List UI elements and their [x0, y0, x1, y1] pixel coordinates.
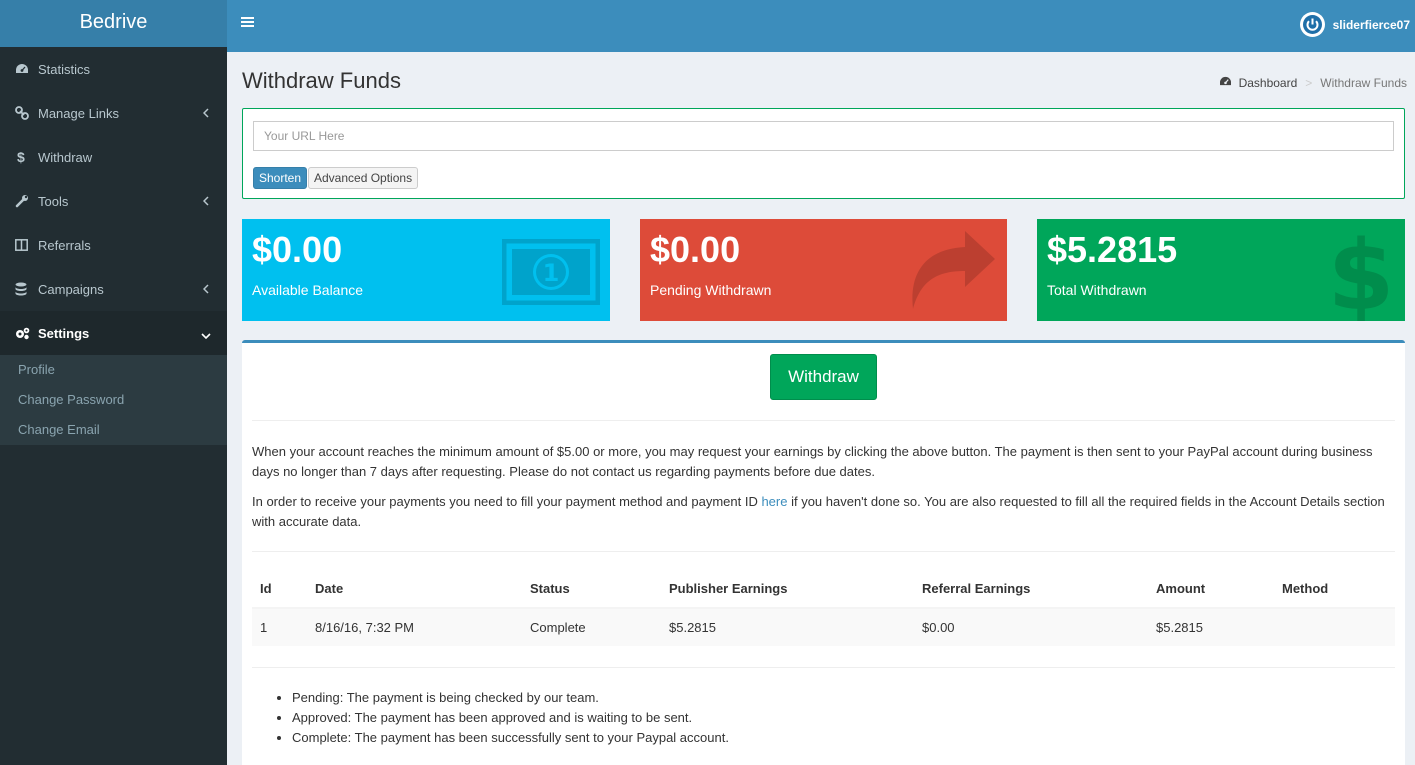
available-balance-box: $0.00 Available Balance 1 — [242, 219, 610, 321]
status-legend: Pending: The payment is being checked by… — [292, 688, 729, 748]
username: sliderfierce07 — [1332, 17, 1410, 32]
money-bill-icon: 1 — [501, 238, 601, 308]
settings-submenu: Profile Change Password Change Email — [0, 355, 227, 445]
divider — [252, 420, 1395, 421]
available-balance-label: Available Balance — [252, 282, 364, 298]
table-cell: 1 — [252, 608, 307, 646]
svg-text:1: 1 — [543, 259, 560, 287]
available-balance-amount: $0.00 — [252, 229, 343, 270]
sidebar-item-label: Statistics — [38, 61, 91, 77]
main-content: Withdraw Funds Dashboard > Withdraw Fund… — [227, 52, 1415, 765]
payment-method-paragraph: In order to receive your payments you ne… — [252, 492, 1397, 532]
table-header-row: Id Date Status Publisher Earnings Referr… — [252, 570, 1395, 609]
submenu-item-profile[interactable]: Profile — [0, 359, 227, 389]
withdraw-box: Withdraw When your account reaches the m… — [242, 340, 1405, 765]
withdraw-info-paragraph: When your account reaches the minimum am… — [252, 444, 1373, 479]
shorten-button[interactable]: Shorten — [253, 167, 308, 189]
svg-text:$: $ — [1331, 221, 1391, 321]
submenu-item-change-password[interactable]: Change Password — [0, 389, 227, 419]
sidebar-item-label: Withdraw — [38, 149, 93, 165]
dashboard-icon — [1219, 76, 1232, 90]
withdraw-button[interactable]: Withdraw — [770, 354, 877, 400]
list-item: Complete: The payment has been successfu… — [292, 728, 729, 748]
url-input[interactable] — [253, 121, 1394, 151]
chevron-left-icon — [202, 282, 209, 297]
app-logo[interactable]: Bedrive — [0, 0, 227, 47]
total-withdrawn-amount: $5.2815 — [1047, 229, 1178, 270]
table-cell: $0.00 — [914, 608, 1148, 646]
payment-method-link[interactable]: here — [761, 494, 787, 509]
table-cell: 8/16/16, 7:32 PM — [307, 608, 522, 646]
pending-withdrawn-label: Pending Withdrawn — [650, 282, 772, 298]
advanced-options-button[interactable]: Advanced Options — [308, 167, 419, 189]
sidebar-item-label: Tools — [38, 193, 69, 209]
table-cell: $5.2815 — [661, 608, 914, 646]
shorten-box: Shorten Advanced Options — [242, 108, 1405, 199]
cogs-icon — [15, 327, 38, 340]
top-navbar: sliderfierce07 — [227, 0, 1415, 52]
sidebar-item-settings[interactable]: Settings — [0, 311, 227, 355]
sidebar-item-tools[interactable]: Tools — [0, 179, 227, 223]
column-header: Referral Earnings — [914, 570, 1148, 609]
share-arrow-icon — [905, 229, 997, 314]
paragraph-text: In order to receive your payments you ne… — [252, 494, 762, 509]
power-icon — [1299, 12, 1325, 37]
breadcrumb-current: Withdraw Funds — [1320, 76, 1407, 90]
column-header: Method — [1274, 570, 1395, 609]
chevron-left-icon — [202, 194, 209, 209]
pending-withdrawn-box: $0.00 Pending Withdrawn — [640, 219, 1007, 321]
pending-withdrawn-amount: $0.00 — [650, 229, 741, 270]
list-item: Pending: The payment is being checked by… — [292, 688, 729, 708]
withdrawals-table: Id Date Status Publisher Earnings Referr… — [252, 570, 1395, 646]
dollar-icon: $ — [17, 149, 25, 165]
database-icon — [15, 282, 38, 296]
dashboard-icon — [15, 63, 38, 75]
column-header: Publisher Earnings — [661, 570, 914, 609]
page-title: Withdraw Funds — [242, 68, 401, 93]
table-cell: $5.2815 — [1148, 608, 1274, 646]
breadcrumb-home-link[interactable]: Dashboard — [1239, 76, 1298, 90]
column-header: Amount — [1148, 570, 1274, 609]
sidebar-item-label: Referrals — [38, 237, 91, 253]
list-item: Approved: The payment has been approved … — [292, 708, 729, 728]
sidebar-item-label: Campaigns — [38, 281, 104, 297]
table-cell: Complete — [522, 608, 661, 646]
total-withdrawn-box: $5.2815 Total Withdrawn $ — [1037, 219, 1405, 321]
sidebar-item-label: Manage Links — [38, 105, 119, 121]
divider — [252, 667, 1395, 668]
column-header: Status — [522, 570, 661, 609]
chevron-left-icon — [202, 106, 209, 121]
columns-icon — [15, 239, 38, 251]
column-header: Date — [307, 570, 522, 609]
total-withdrawn-label: Total Withdrawn — [1047, 282, 1147, 298]
breadcrumb-separator: > — [1305, 76, 1313, 90]
wrench-icon — [15, 194, 38, 208]
hamburger-menu-icon[interactable] — [241, 16, 254, 31]
divider — [252, 551, 1395, 552]
sidebar-item-withdraw[interactable]: $ Withdraw — [0, 135, 227, 179]
column-header: Id — [252, 570, 307, 609]
chevron-down-icon — [201, 327, 211, 342]
table-cell — [1274, 608, 1395, 646]
submenu-item-change-email[interactable]: Change Email — [0, 419, 227, 449]
link-icon — [15, 106, 38, 120]
table-row: 1 8/16/16, 7:32 PM Complete $5.2815 $0.0… — [252, 608, 1395, 646]
sidebar-item-manage-links[interactable]: Manage Links — [0, 91, 227, 135]
sidebar: Bedrive Statistics Manage Links $ Withdr… — [0, 0, 227, 765]
sidebar-item-label: Settings — [38, 325, 90, 341]
sidebar-item-statistics[interactable]: Statistics — [0, 47, 227, 91]
user-menu[interactable]: sliderfierce07 — [1299, 12, 1410, 37]
sidebar-item-referrals[interactable]: Referrals — [0, 223, 227, 267]
sidebar-item-campaigns[interactable]: Campaigns — [0, 267, 227, 311]
breadcrumb: Dashboard > Withdraw Funds — [1219, 76, 1407, 90]
dollar-sign-icon: $ — [1328, 220, 1395, 321]
